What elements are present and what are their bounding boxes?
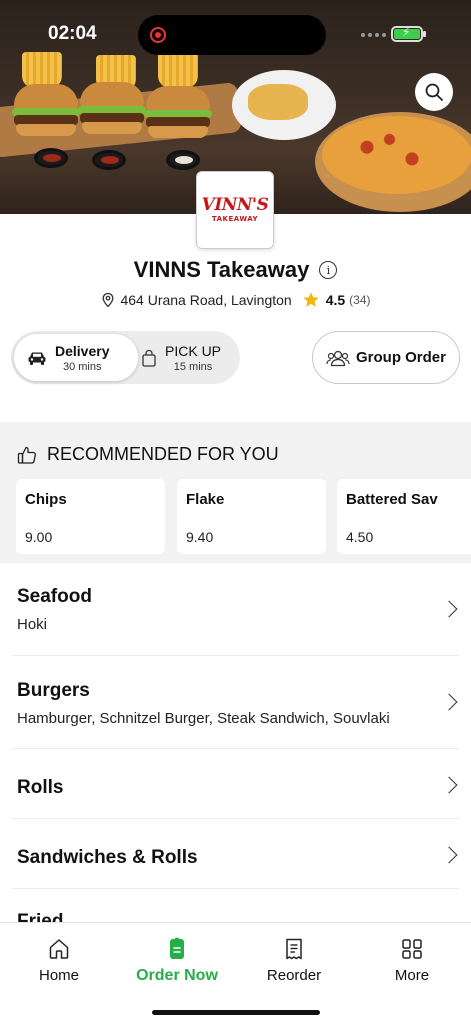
burger-image <box>144 86 212 138</box>
home-indicator <box>152 1010 320 1015</box>
recommended-card[interactable]: Flake 9.40 <box>177 479 326 554</box>
sauce-bowl <box>92 150 126 170</box>
recommended-item-name: Battered Sav <box>346 491 438 508</box>
sauce-bowl <box>34 148 68 168</box>
chevron-right-icon <box>440 600 458 618</box>
recommended-card[interactable]: Chips 9.00 <box>16 479 165 554</box>
search-button[interactable] <box>415 73 453 111</box>
nav-more-label: More <box>394 967 430 984</box>
nav-order-now-label: Order Now <box>136 967 218 984</box>
restaurant-title-row: VINNS Takeaway i <box>0 257 471 283</box>
restaurant-logo: VINN'S TAKEAWAY <box>196 171 274 249</box>
pizza-image <box>322 116 471 194</box>
receipt-icon <box>286 938 302 960</box>
category-items: Hoki <box>17 616 48 633</box>
delivery-label: Delivery <box>55 342 110 359</box>
recommended-section: RECOMMENDED FOR YOU Chips 9.00 Flake 9.4… <box>0 422 471 563</box>
order-menu-icon <box>170 937 184 959</box>
category-row-fried[interactable]: Fried <box>12 889 459 922</box>
pickup-time: 15 mins <box>173 360 213 373</box>
pickup-option[interactable]: PICK UP 15 mins <box>141 334 237 381</box>
rating-count: (34) <box>349 293 371 307</box>
chevron-right-icon <box>440 846 458 864</box>
delivery-time: 30 mins <box>62 360 102 373</box>
shopping-bag-icon <box>142 349 156 367</box>
category-row-seafood[interactable]: Seafood Hoki <box>12 563 459 656</box>
nav-home-label: Home <box>38 967 79 984</box>
category-list: Seafood Hoki Burgers Hamburger, Schnitze… <box>0 563 471 922</box>
battery-icon: ⚡ <box>391 25 426 42</box>
info-icon[interactable]: i <box>319 261 338 279</box>
star-icon <box>303 292 319 307</box>
nav-home[interactable]: Home <box>0 937 118 984</box>
bottom-nav: Home Order Now Reorder More <box>0 922 471 1024</box>
grid-icon <box>402 939 422 959</box>
recommended-card[interactable]: Battered Sav 4.50 <box>337 479 471 554</box>
recommended-item-price: 4.50 <box>346 529 374 545</box>
group-order-button[interactable]: Group Order <box>312 331 460 384</box>
restaurant-meta: 464 Urana Road, Lavington 4.5 (34) <box>0 291 471 309</box>
category-row-burgers[interactable]: Burgers Hamburger, Schnitzel Burger, Ste… <box>12 656 459 749</box>
recommended-item-name: Flake <box>186 491 225 508</box>
category-row-rolls[interactable]: Rolls <box>12 749 459 819</box>
nav-order-now[interactable]: Order Now <box>118 937 236 985</box>
burger-image <box>12 84 80 136</box>
signal-icon <box>361 33 386 37</box>
recommended-item-name: Chips <box>25 491 67 508</box>
sauce-bowl <box>166 150 200 170</box>
category-name: Sandwiches & Rolls <box>17 847 198 868</box>
group-users-icon <box>326 350 350 366</box>
thumbs-up-icon <box>17 446 36 464</box>
location-pin-icon <box>103 292 114 308</box>
category-name: Rolls <box>17 777 64 798</box>
category-row-sandwiches-rolls[interactable]: Sandwiches & Rolls <box>12 819 459 889</box>
rating-value: 4.5 <box>325 292 346 308</box>
recording-icon <box>150 27 166 43</box>
category-name: Seafood <box>17 586 92 607</box>
burger-image <box>78 82 146 134</box>
group-order-label: Group Order <box>355 349 446 366</box>
category-items: Hamburger, Schnitzel Burger, Steak Sandw… <box>17 710 390 727</box>
dynamic-island <box>138 15 326 55</box>
search-icon <box>425 83 443 101</box>
nav-more[interactable]: More <box>353 937 471 984</box>
category-name: Fried <box>17 911 64 922</box>
restaurant-address: 464 Urana Road, Lavington <box>120 292 292 308</box>
chevron-right-icon <box>440 776 458 794</box>
nav-reorder[interactable]: Reorder <box>235 937 353 984</box>
car-icon <box>28 352 46 365</box>
order-mode-toggle: Delivery 30 mins PICK UP 15 mins <box>11 331 240 384</box>
pickup-label: PICK UP <box>165 342 222 359</box>
home-icon <box>49 939 69 959</box>
delivery-option[interactable]: Delivery 30 mins <box>14 334 138 381</box>
status-time: 02:04 <box>48 23 97 44</box>
nav-reorder-label: Reorder <box>266 967 322 984</box>
restaurant-name: VINNS Takeaway <box>133 257 310 282</box>
recommended-item-price: 9.40 <box>186 529 214 545</box>
recommended-title: RECOMMENDED FOR YOU <box>47 444 279 464</box>
chevron-right-icon <box>440 693 458 711</box>
fish-plate <box>232 70 336 140</box>
recommended-header: RECOMMENDED FOR YOU <box>17 444 279 465</box>
category-name: Burgers <box>17 680 90 701</box>
status-bar: 02:04 ⚡ <box>0 0 471 68</box>
recommended-item-price: 9.00 <box>25 529 53 545</box>
